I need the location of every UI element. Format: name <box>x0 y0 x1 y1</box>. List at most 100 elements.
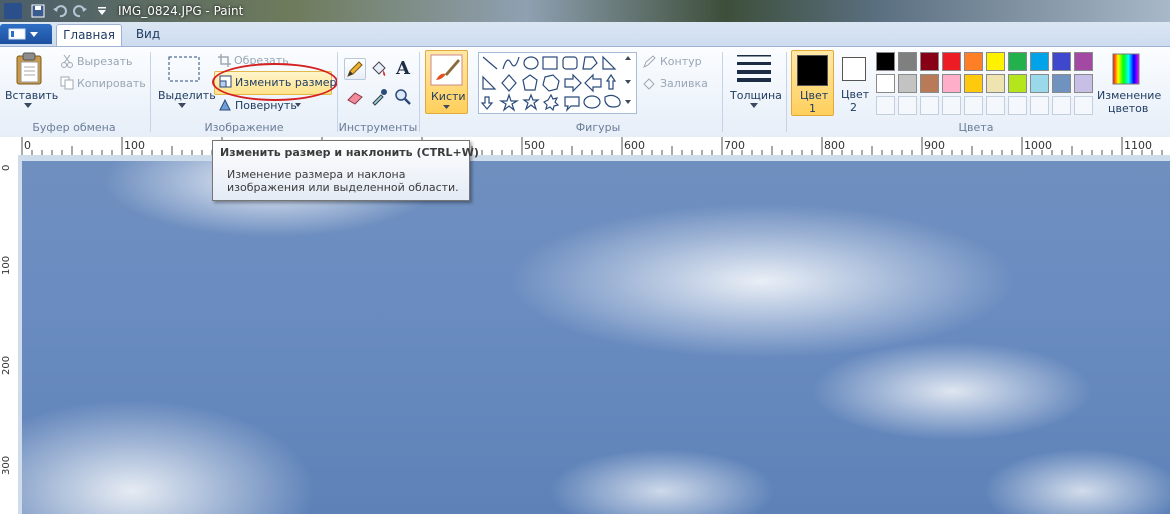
edit-colors-label-line1[interactable]: Изменение <box>1097 89 1161 102</box>
palette-color-swatch[interactable] <box>1074 52 1093 71</box>
size-button[interactable]: Толщина <box>730 89 782 102</box>
right-triangle-shape-icon <box>482 75 497 90</box>
redo-icon[interactable] <box>72 3 88 19</box>
rounded-callout-shape-icon <box>564 96 580 112</box>
copy-button[interactable]: Копировать <box>77 77 146 90</box>
cut-button[interactable]: Вырезать <box>77 55 132 68</box>
size-icon[interactable] <box>737 54 771 82</box>
magnifier-icon <box>395 89 411 105</box>
edit-colors-icon[interactable] <box>1111 52 1141 86</box>
palette-custom-slot[interactable] <box>1052 96 1071 115</box>
palette-color-swatch[interactable] <box>1074 74 1093 93</box>
shapes-gallery[interactable] <box>478 52 637 114</box>
image-canvas[interactable] <box>22 161 1170 514</box>
copy-icon <box>60 76 74 90</box>
palette-color-swatch[interactable] <box>942 52 961 71</box>
undo-icon[interactable] <box>52 3 68 19</box>
save-icon[interactable] <box>30 3 46 19</box>
palette-color-swatch[interactable] <box>964 52 983 71</box>
ruler-label: 800 <box>824 139 845 152</box>
paste-button[interactable]: Вставить <box>5 89 58 102</box>
ruler-label: 0 <box>1 164 12 171</box>
text-icon: A <box>396 58 410 79</box>
palette-color-swatch[interactable] <box>1030 52 1049 71</box>
palette-color-swatch[interactable] <box>986 74 1005 93</box>
rotate-button[interactable]: Повернуть <box>235 99 297 112</box>
outline-button[interactable]: Контур <box>660 55 702 68</box>
paint-app-icon[interactable] <box>4 3 22 19</box>
group-separator <box>786 52 787 132</box>
cloud-callout-shape-icon <box>604 94 621 108</box>
palette-color-swatch[interactable] <box>920 52 939 71</box>
customize-quick-access-icon[interactable] <box>94 3 110 19</box>
tab-home[interactable]: Главная <box>56 24 122 47</box>
palette-color-swatch[interactable] <box>964 74 983 93</box>
group-separator <box>150 52 151 132</box>
group-separator <box>337 52 338 132</box>
paste-icon[interactable] <box>14 52 46 86</box>
group-separator <box>419 52 420 132</box>
paint-menu-button[interactable] <box>0 24 52 44</box>
palette-color-swatch[interactable] <box>1030 74 1049 93</box>
pencil-tool[interactable] <box>344 58 366 80</box>
eraser-icon <box>347 92 363 105</box>
ruler-label: 500 <box>524 139 545 152</box>
palette-custom-slot[interactable] <box>1030 96 1049 115</box>
shapes-scroll-icon[interactable] <box>624 54 632 110</box>
palette-color-swatch[interactable] <box>1008 74 1027 93</box>
rotate-dropdown-icon[interactable] <box>295 103 301 108</box>
palette-color-swatch[interactable] <box>942 74 961 93</box>
palette-color-swatch[interactable] <box>1008 52 1027 71</box>
palette-custom-slot[interactable] <box>1008 96 1027 115</box>
pencil-icon <box>347 61 363 77</box>
select-icon[interactable] <box>168 56 200 82</box>
tab-view[interactable]: Вид <box>126 24 170 46</box>
color2-button[interactable]: Цвет 2 <box>834 50 874 114</box>
up-arrow-shape-icon <box>605 73 617 90</box>
palette-color-swatch[interactable] <box>898 74 917 93</box>
edit-colors-label-line2[interactable]: цветов <box>1108 102 1148 115</box>
color1-button[interactable]: Цвет 1 <box>791 50 834 116</box>
palette-color-swatch[interactable] <box>1052 74 1071 93</box>
select-dropdown-icon[interactable] <box>178 103 186 109</box>
palette-color-swatch[interactable] <box>920 74 939 93</box>
color2-swatch <box>842 57 866 81</box>
eraser-tool[interactable] <box>344 86 366 108</box>
palette-color-swatch[interactable] <box>1052 52 1071 71</box>
group-label-clipboard: Буфер обмена <box>32 121 116 134</box>
ruler-label: 1000 <box>1024 139 1052 152</box>
fill-tool[interactable] <box>368 58 390 80</box>
palette-custom-slot[interactable] <box>920 96 939 115</box>
palette-custom-slot[interactable] <box>986 96 1005 115</box>
palette-custom-slot[interactable] <box>898 96 917 115</box>
group-label-tools: Инструменты <box>338 121 418 134</box>
paste-dropdown-icon[interactable] <box>24 103 32 109</box>
palette-color-swatch[interactable] <box>986 52 1005 71</box>
magnifier-tool[interactable] <box>392 86 414 108</box>
palette-custom-slot[interactable] <box>964 96 983 115</box>
color1-label-line2: 1 <box>809 102 816 115</box>
palette-color-swatch[interactable] <box>876 52 895 71</box>
brushes-button[interactable]: Кисти <box>425 50 468 114</box>
ruler-label: 1100 <box>1124 139 1152 152</box>
group-label-shapes: Фигуры <box>575 121 621 134</box>
ruler-label: 100 <box>124 139 145 152</box>
triangle-shape-icon <box>602 55 617 70</box>
four-point-star-shape-icon <box>498 93 520 112</box>
palette-color-swatch[interactable] <box>898 52 917 71</box>
cut-icon <box>61 54 73 68</box>
size-dropdown-icon[interactable] <box>750 103 758 109</box>
palette-color-swatch[interactable] <box>876 74 895 93</box>
shapes-gallery-icons <box>480 55 621 112</box>
palette-custom-slot[interactable] <box>876 96 895 115</box>
palette-custom-slot[interactable] <box>1074 96 1093 115</box>
fill-button[interactable]: Заливка <box>660 77 708 90</box>
select-button[interactable]: Выделить <box>158 89 216 102</box>
brushes-dropdown-icon <box>443 105 450 109</box>
hexagon-shape-icon <box>542 74 560 92</box>
six-point-star-shape-icon <box>542 93 560 112</box>
color-picker-tool[interactable] <box>368 86 390 108</box>
palette-custom-slot[interactable] <box>942 96 961 115</box>
color1-label-line1: Цвет <box>800 89 829 102</box>
text-tool[interactable]: A <box>392 58 414 80</box>
